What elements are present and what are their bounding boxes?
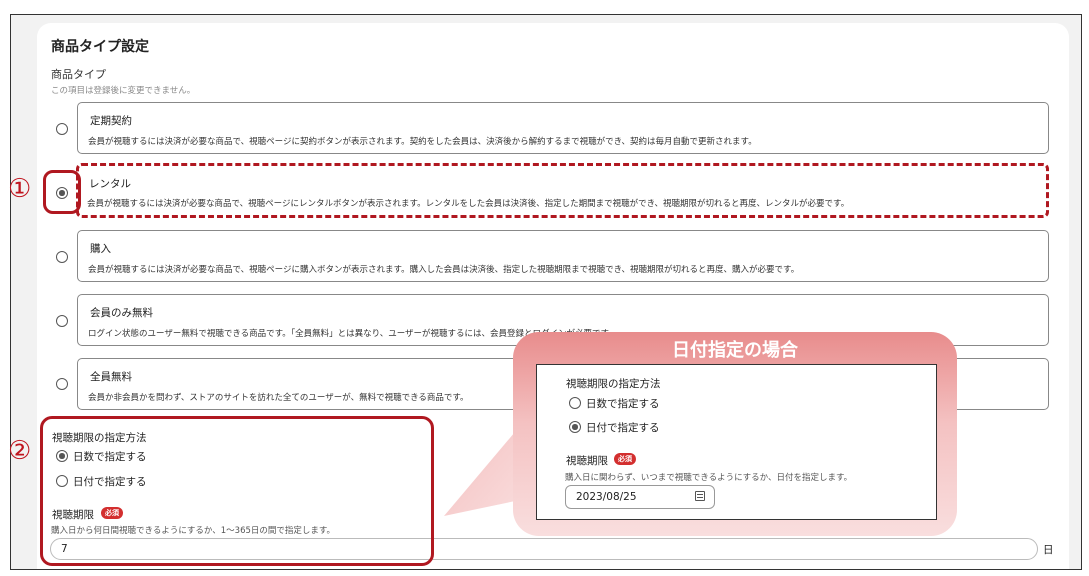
period-highlight-box bbox=[40, 416, 434, 566]
callout-limit-label: 視聴期限 bbox=[566, 455, 608, 467]
days-unit: 日 bbox=[1043, 544, 1054, 556]
calendar-icon[interactable] bbox=[695, 491, 705, 501]
callout-by-days-label: 日数で指定する bbox=[586, 398, 660, 410]
option-subscription[interactable]: 定期契約 会員が視聴するには決済が必要な商品で、視聴ページに契約ボタンが表示され… bbox=[77, 102, 1049, 154]
product-type-note: この項目は登録後に変更できません。 bbox=[51, 86, 196, 96]
option-title: 定期契約 bbox=[90, 115, 132, 127]
callout-date-note: 購入日に関わらず、いつまで視聴できるようにするか、日付を指定します。 bbox=[565, 473, 853, 483]
radio-members-free[interactable] bbox=[56, 315, 68, 327]
callout-by-date-label: 日付で指定する bbox=[586, 422, 660, 434]
option-desc: 会員が視聴するには決済が必要な商品で、視聴ページに購入ボタンが表示されます。購入… bbox=[88, 265, 800, 275]
radio-all-free[interactable] bbox=[56, 378, 68, 390]
option-title: 全員無料 bbox=[90, 371, 132, 383]
marker-one: ① bbox=[8, 174, 32, 204]
section-title: 商品タイプ設定 bbox=[51, 39, 149, 55]
callout-required-badge: 必須 bbox=[614, 453, 636, 465]
option-purchase[interactable]: 購入 会員が視聴するには決済が必要な商品で、視聴ページに購入ボタンが表示されます… bbox=[77, 230, 1049, 282]
option-title: 会員のみ無料 bbox=[90, 307, 153, 319]
product-type-label: 商品タイプ bbox=[51, 68, 106, 81]
option-desc: 会員が視聴するには決済が必要な商品で、視聴ページに契約ボタンが表示されます。契約… bbox=[88, 137, 757, 147]
marker-two: ② bbox=[8, 436, 32, 466]
radio-subscription[interactable] bbox=[56, 123, 68, 135]
date-input[interactable]: 2023/08/25 bbox=[565, 485, 715, 509]
callout-radio-by-date[interactable] bbox=[569, 421, 581, 433]
option-title: 購入 bbox=[90, 243, 111, 255]
callout-method-label: 視聴期限の指定方法 bbox=[566, 378, 661, 390]
rental-highlight-box bbox=[76, 163, 1049, 218]
date-value: 2023/08/25 bbox=[576, 491, 637, 503]
option-desc: 会員か非会員かを問わず、ストアのサイトを訪れた全てのユーザーが、無料で視聴できる… bbox=[88, 393, 469, 403]
rental-radio-highlight bbox=[43, 170, 81, 214]
callout-radio-by-days[interactable] bbox=[569, 397, 581, 409]
radio-purchase[interactable] bbox=[56, 251, 68, 263]
callout-title: 日付指定の場合 bbox=[672, 340, 798, 361]
